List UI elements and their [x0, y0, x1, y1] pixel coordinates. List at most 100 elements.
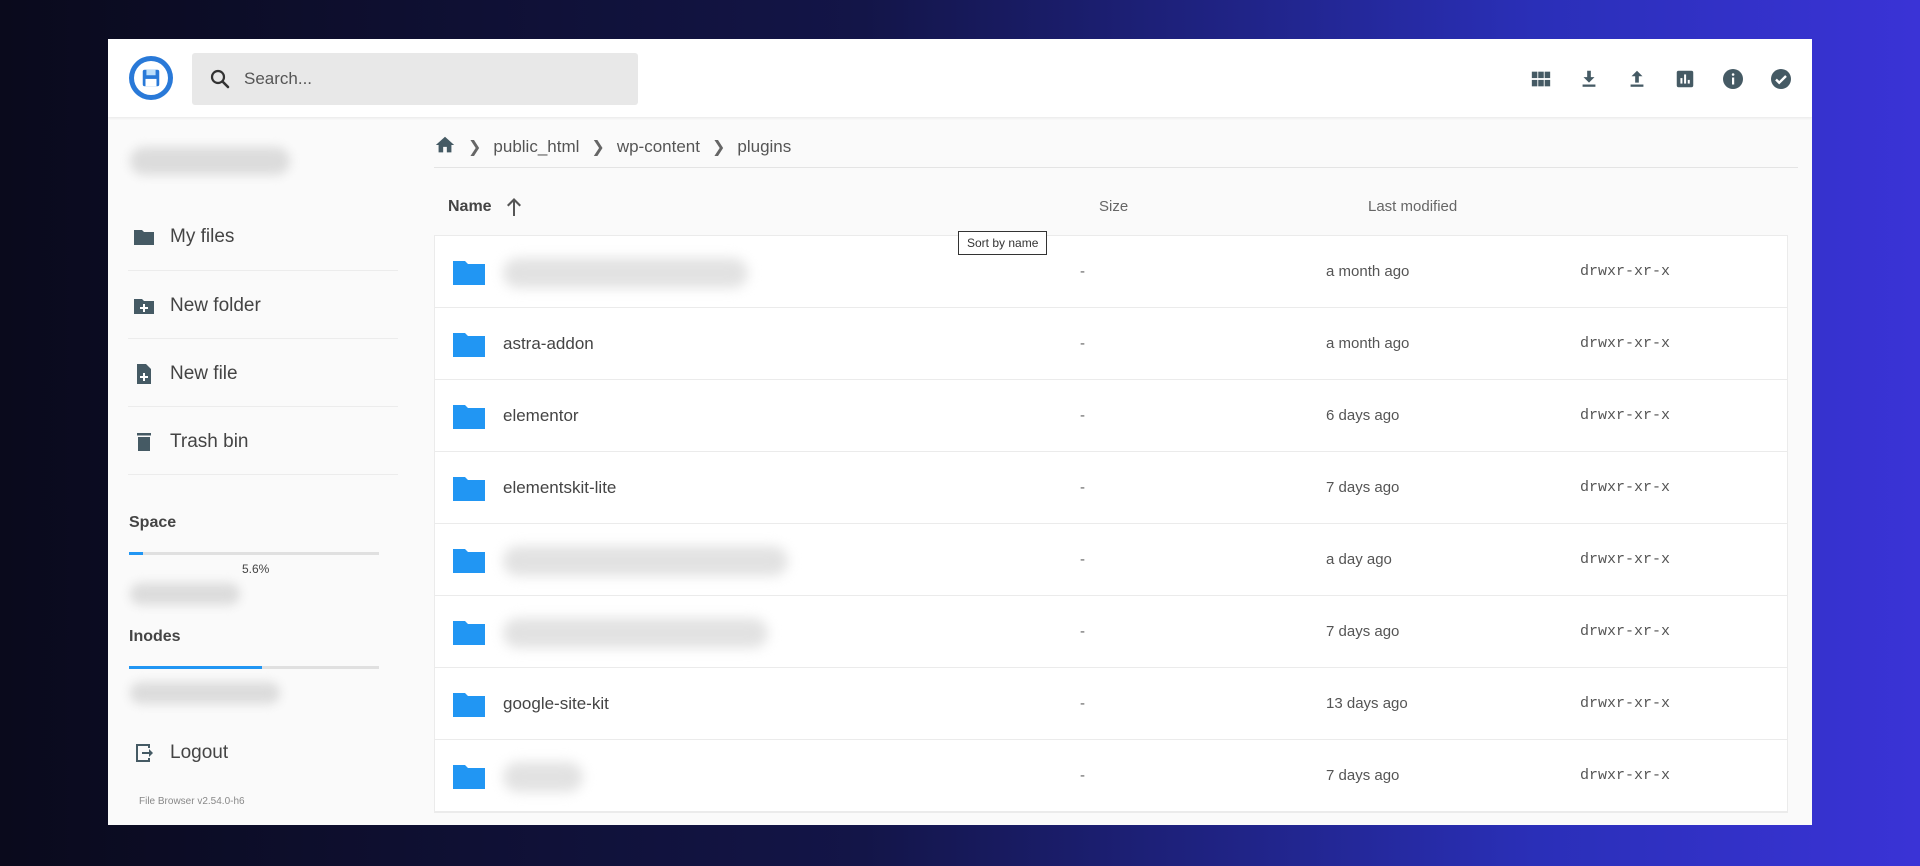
folder-icon	[453, 261, 485, 285]
inodes-progress-bar	[129, 666, 379, 669]
info-icon[interactable]	[1720, 66, 1746, 92]
sidebar-item-my-files[interactable]: My files	[132, 216, 382, 258]
breadcrumb-item-plugins[interactable]: plugins	[737, 137, 791, 157]
chevron-right-icon: ❯	[591, 139, 605, 156]
sidebar: My files New folder New file Trash bin S…	[108, 117, 398, 825]
file-size: -	[1080, 551, 1085, 568]
folder-plus-icon	[134, 299, 154, 314]
file-modified: 7 days ago	[1326, 623, 1400, 640]
space-progress-bar	[129, 552, 379, 555]
sidebar-item-label: Trash bin	[170, 431, 249, 452]
sort-by-modified[interactable]: Last modified	[1368, 198, 1457, 215]
chevron-right-icon: ❯	[711, 139, 726, 156]
space-percent: 5.6%	[242, 562, 270, 576]
upload-icon[interactable]	[1624, 66, 1650, 92]
file-modified: 6 days ago	[1326, 407, 1400, 424]
breadcrumb: ❯ public_html ❯ wp-content ❯ plugins	[434, 129, 791, 165]
sidebar-item-new-folder[interactable]: New folder	[132, 285, 382, 327]
column-name-label: Name	[448, 198, 492, 215]
file-size: -	[1080, 623, 1085, 640]
file-row[interactable]: elementor - 6 days ago drwxr-xr-x	[435, 380, 1787, 452]
file-row[interactable]: elementskit-lite - 7 days ago drwxr-xr-x	[435, 452, 1787, 524]
file-list: - a month ago drwxr-xr-x astra-addon - a…	[434, 235, 1788, 813]
top-bar	[108, 39, 1812, 117]
file-name-redacted	[503, 762, 583, 792]
folder-icon	[453, 477, 485, 501]
check-circle-icon[interactable]	[1768, 66, 1794, 92]
arrow-up-icon	[506, 198, 521, 216]
sort-by-name[interactable]: Name	[448, 195, 526, 219]
logout-label: Logout	[170, 742, 229, 763]
sidebar-item-label: My files	[170, 226, 235, 247]
file-modified: a month ago	[1326, 263, 1410, 280]
file-size: -	[1080, 263, 1085, 280]
file-size: -	[1080, 767, 1085, 784]
file-permissions: drwxr-xr-x	[1580, 551, 1671, 568]
sidebar-divider	[128, 406, 398, 407]
file-row[interactable]: - a month ago drwxr-xr-x	[435, 236, 1787, 308]
home-icon[interactable]	[434, 134, 456, 161]
file-permissions: drwxr-xr-x	[1580, 335, 1671, 352]
file-permissions: drwxr-xr-x	[1580, 407, 1671, 424]
folder-icon	[134, 230, 154, 245]
file-size: -	[1080, 695, 1085, 712]
file-name: elementskit-lite	[503, 478, 617, 497]
app-logo[interactable]	[129, 56, 173, 100]
sidebar-divider	[128, 270, 398, 271]
space-detail-redacted	[130, 583, 240, 605]
sort-tooltip: Sort by name	[958, 231, 1048, 255]
logout-button[interactable]: Logout	[132, 732, 382, 774]
file-name-redacted	[503, 618, 768, 648]
file-size: -	[1080, 335, 1085, 352]
folder-icon	[453, 693, 485, 717]
file-name: elementor	[503, 406, 579, 425]
file-row[interactable]: astra-addon - a month ago drwxr-xr-x	[435, 308, 1787, 380]
folder-icon	[453, 333, 485, 357]
file-row[interactable]: - 7 days ago drwxr-xr-x	[435, 740, 1787, 812]
folder-icon	[453, 405, 485, 429]
file-permissions: drwxr-xr-x	[1580, 767, 1671, 784]
list-header: Name Size Last modified	[434, 181, 1798, 231]
file-permissions: drwxr-xr-x	[1580, 623, 1671, 640]
sort-by-size[interactable]: Size	[1099, 198, 1128, 215]
file-plus-icon	[137, 364, 151, 384]
toolbar-actions	[1506, 66, 1794, 92]
file-modified: 7 days ago	[1326, 767, 1400, 784]
space-label: Space	[129, 514, 177, 531]
user-name-redacted	[130, 147, 290, 175]
sidebar-item-label: New file	[170, 363, 238, 384]
chart-icon[interactable]	[1672, 66, 1698, 92]
folder-icon	[453, 621, 485, 645]
trash-icon	[137, 433, 151, 451]
space-progress-fill	[129, 552, 143, 555]
inodes-detail-redacted	[130, 682, 280, 704]
file-permissions: drwxr-xr-x	[1580, 263, 1671, 280]
sidebar-item-trash-bin[interactable]: Trash bin	[132, 421, 382, 463]
file-row[interactable]: google-site-kit - 13 days ago drwxr-xr-x	[435, 668, 1787, 740]
inodes-progress-fill	[129, 666, 262, 669]
app-version: File Browser v2.54.0-h6	[139, 796, 245, 807]
folder-icon	[453, 765, 485, 789]
search-bar[interactable]	[192, 53, 638, 105]
sidebar-item-label: New folder	[170, 295, 261, 316]
floppy-disk-icon	[134, 61, 168, 95]
file-modified: a month ago	[1326, 335, 1410, 352]
search-icon	[210, 69, 230, 89]
sidebar-item-new-file[interactable]: New file	[132, 353, 382, 395]
file-name: google-site-kit	[503, 694, 609, 713]
file-size: -	[1080, 407, 1085, 424]
inodes-label: Inodes	[129, 628, 181, 645]
download-icon[interactable]	[1576, 66, 1602, 92]
file-row[interactable]: - 7 days ago drwxr-xr-x	[435, 596, 1787, 668]
breadcrumb-item-wp-content[interactable]: wp-content	[617, 137, 700, 157]
breadcrumb-divider	[434, 167, 1798, 168]
file-browser-window: My files New folder New file Trash bin	[108, 39, 1812, 825]
file-size: -	[1080, 479, 1085, 496]
file-modified: 7 days ago	[1326, 479, 1400, 496]
sidebar-divider	[128, 338, 398, 339]
breadcrumb-item-public-html[interactable]: public_html	[493, 137, 579, 157]
search-input[interactable]	[244, 69, 624, 89]
folder-icon	[453, 549, 485, 573]
file-row[interactable]: - a day ago drwxr-xr-x	[435, 524, 1787, 596]
view-grid-icon[interactable]	[1528, 66, 1554, 92]
